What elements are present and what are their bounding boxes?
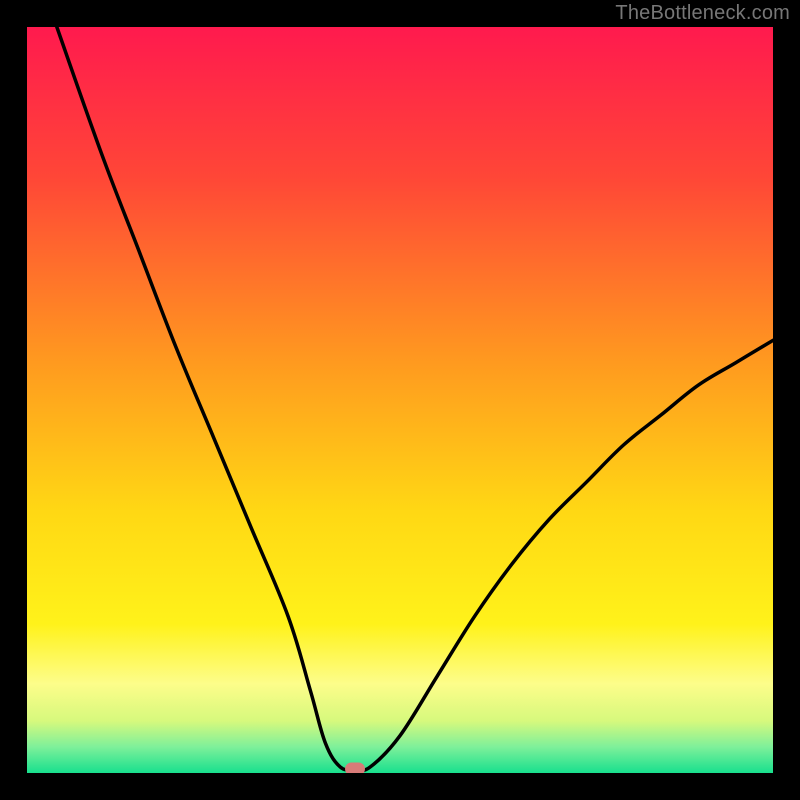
optimum-marker xyxy=(345,763,365,773)
plot-area xyxy=(27,27,773,773)
bottleneck-curve xyxy=(27,27,773,773)
watermark-text: TheBottleneck.com xyxy=(615,2,790,25)
chart-frame: TheBottleneck.com xyxy=(0,0,800,800)
